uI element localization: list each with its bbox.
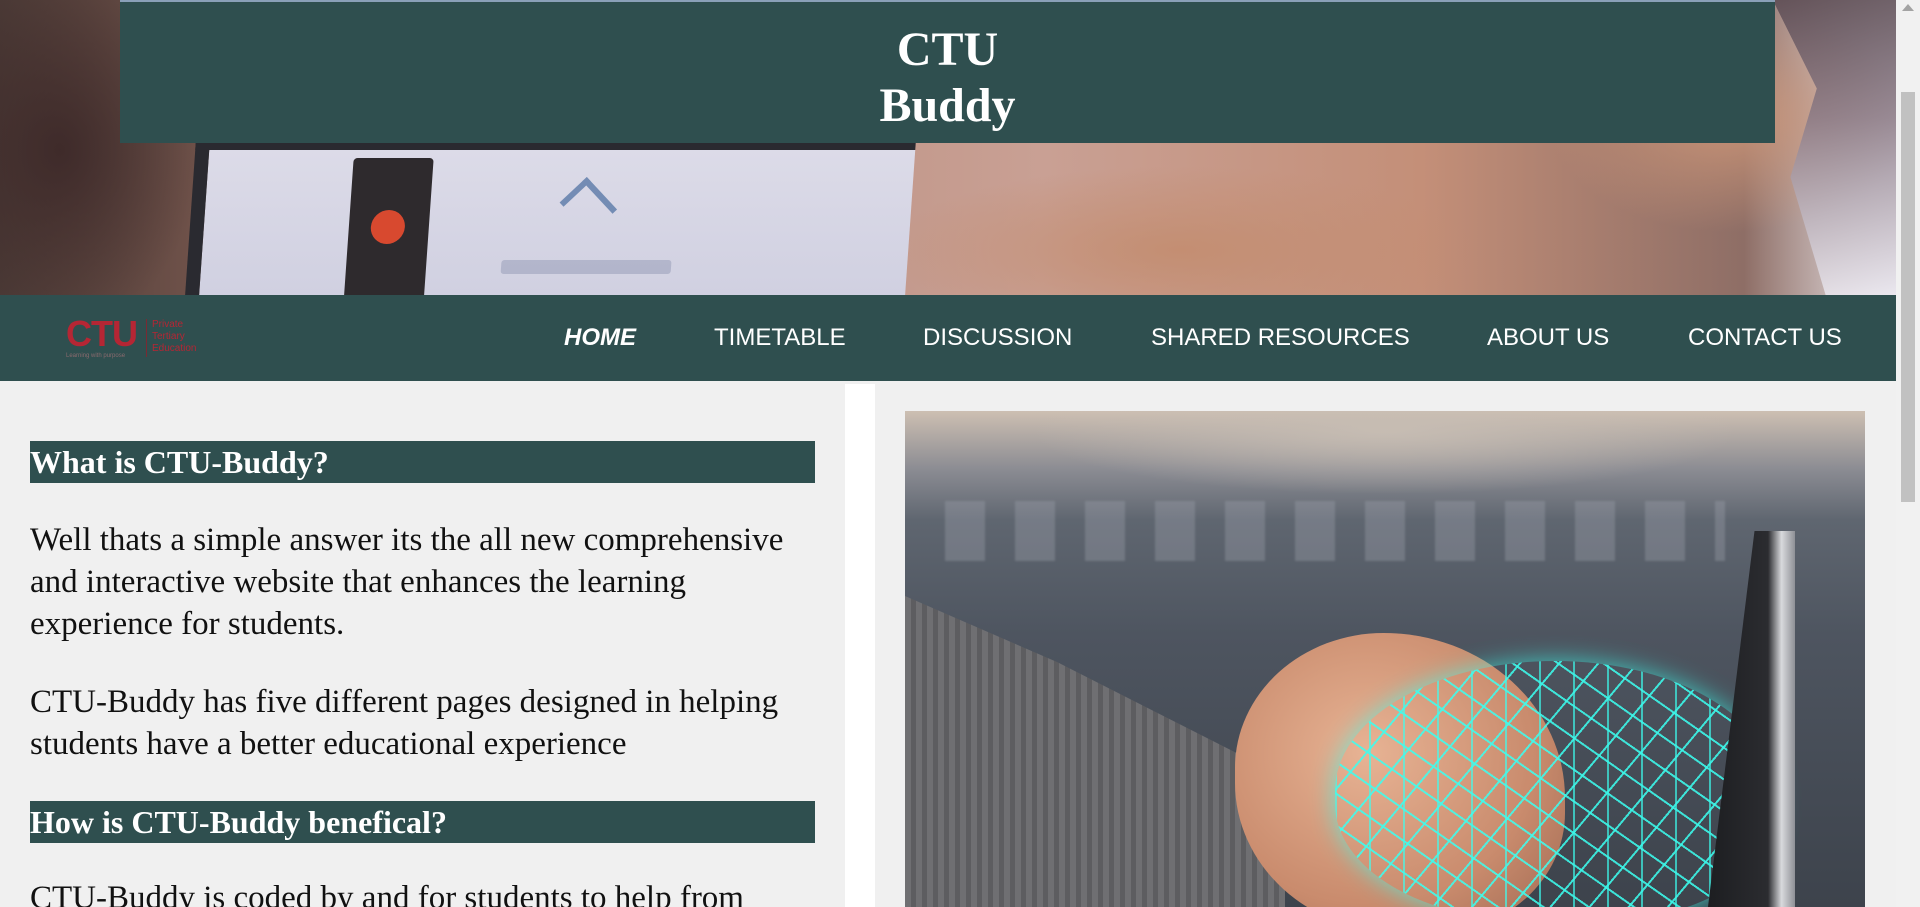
heading-benefical: How is CTU-Buddy benefical? xyxy=(30,801,815,843)
main-navbar: CTU Private Tertiary Education Learning … xyxy=(0,295,1896,381)
site-title-box: CTU Buddy xyxy=(120,0,1775,143)
mountain-logo-icon xyxy=(559,177,618,235)
ctu-logo[interactable]: CTU Private Tertiary Education Learning … xyxy=(66,315,222,363)
nav-home[interactable]: HOME xyxy=(564,324,636,352)
feature-image xyxy=(905,411,1865,907)
nav-about-us[interactable]: ABOUT US xyxy=(1487,324,1609,352)
hero-brand-blur xyxy=(500,260,672,274)
paragraph-pages: CTU-Buddy has five different pages desig… xyxy=(30,684,779,762)
page-scrollbar[interactable] xyxy=(1896,0,1920,907)
site-title-line1: CTU xyxy=(896,23,999,76)
heading-what-is: What is CTU-Buddy? xyxy=(30,441,815,483)
logo-tagline: Private Tertiary Education xyxy=(152,319,197,354)
hero-phone-image xyxy=(343,158,434,295)
paragraph-intro: Well thats a simple answer its the all n… xyxy=(30,522,784,642)
feature-board-blur xyxy=(945,501,1725,561)
column-gutter xyxy=(845,384,875,907)
logo-mark: CTU xyxy=(66,313,138,354)
hero-laptop-image xyxy=(184,140,916,295)
paragraph-coded: CTU-Buddy is coded by and for students t… xyxy=(30,880,744,907)
nav-shared-resources[interactable]: SHARED RESOURCES xyxy=(1151,324,1410,352)
feature-sleeve xyxy=(905,596,1285,907)
digital-brain-icon xyxy=(1335,661,1775,907)
scroll-up-arrow-icon[interactable] xyxy=(1902,4,1914,11)
logo-divider xyxy=(146,319,147,357)
nav-discussion[interactable]: DISCUSSION xyxy=(923,324,1072,352)
nav-timetable[interactable]: TIMETABLE xyxy=(714,324,846,352)
scrollbar-thumb[interactable] xyxy=(1901,92,1915,502)
site-title-line2: Buddy xyxy=(879,79,1016,132)
nav-contact-us[interactable]: CONTACT US xyxy=(1688,324,1842,352)
logo-subline: Learning with purpose xyxy=(66,353,126,359)
